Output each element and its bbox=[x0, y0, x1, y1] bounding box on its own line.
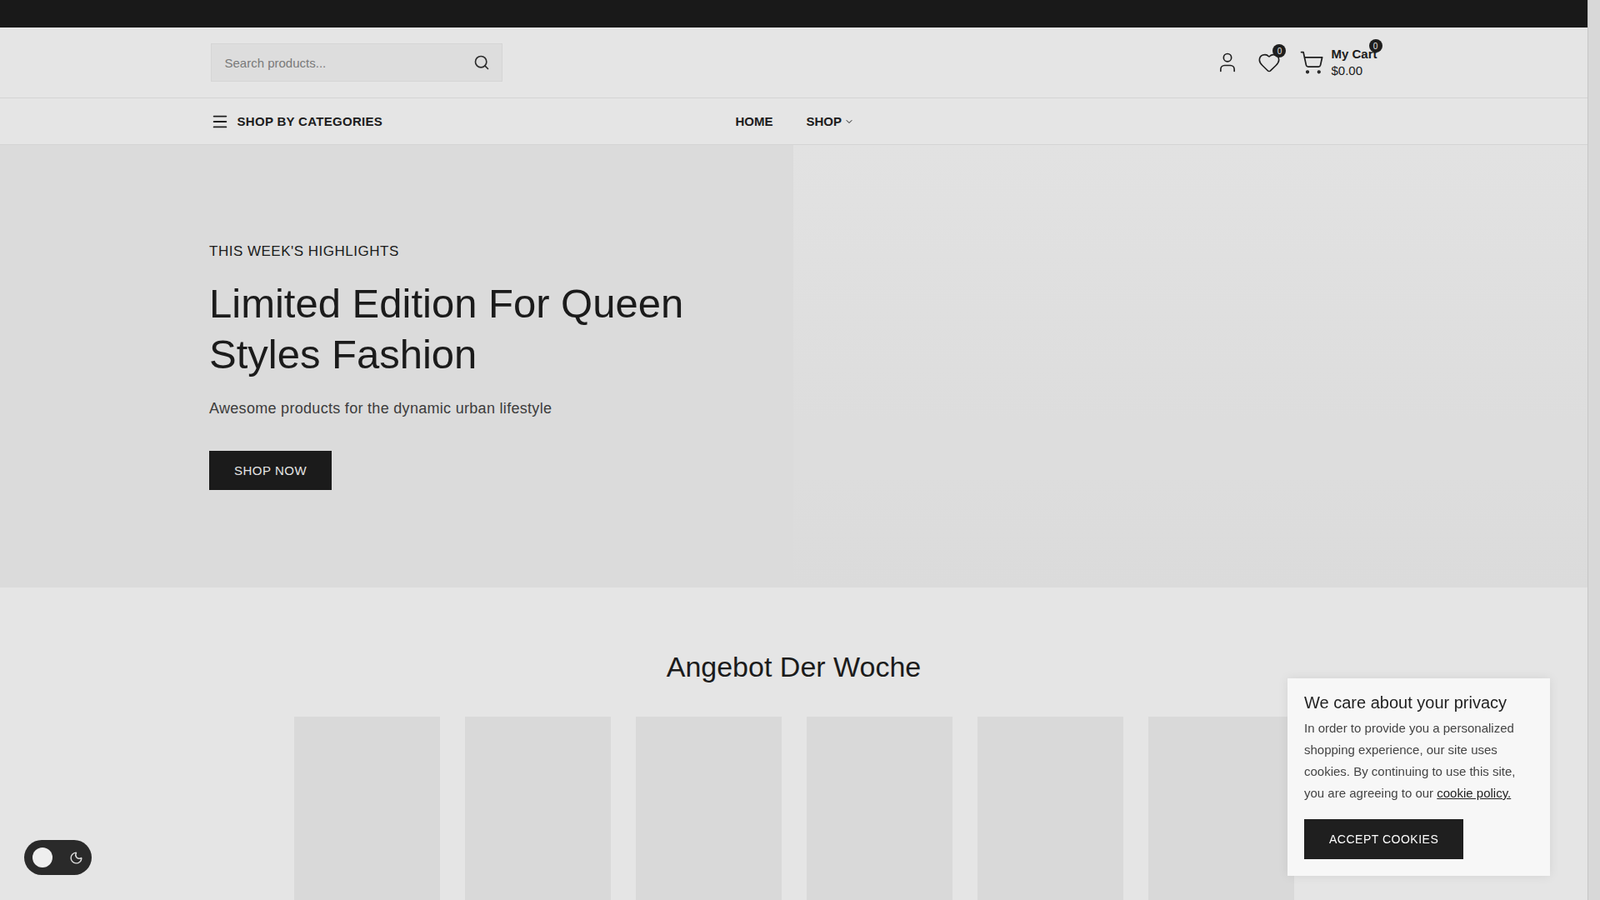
theme-toggle[interactable] bbox=[24, 840, 92, 875]
accept-cookies-button[interactable]: ACCEPT COOKIES bbox=[1304, 819, 1464, 860]
cookie-notice: We care about your privacy In order to pr… bbox=[1287, 678, 1550, 876]
cookie-title: We care about your privacy bbox=[1304, 693, 1534, 713]
page: 00My Cart$0.00SHOP BY CATEGORIESHOMESHOP… bbox=[0, 0, 1600, 900]
cookie-policy-link[interactable]: cookie policy. bbox=[1436, 785, 1511, 800]
moon-icon bbox=[69, 850, 84, 865]
toggle-knob bbox=[32, 847, 53, 868]
cookie-text: In order to provide you a personalized s… bbox=[1304, 717, 1534, 805]
